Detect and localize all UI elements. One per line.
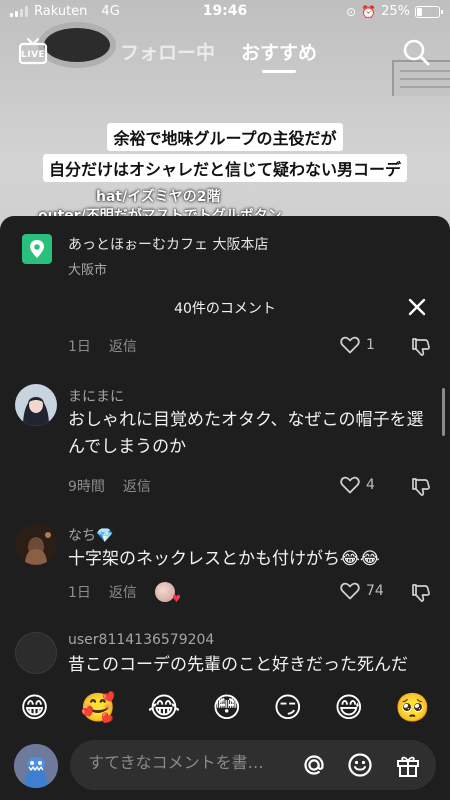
emoji-pleading[interactable]: 🥺 — [395, 694, 430, 722]
location-city: 大阪市 — [68, 263, 108, 278]
location-tag[interactable]: あっとほぉーむカフェ 大阪本店 大阪市 — [22, 234, 268, 278]
emoji-tears-of-joy[interactable]: 😂 — [148, 694, 181, 722]
comment-time: 1日 — [68, 339, 91, 355]
caption-line-1: 余裕で地味グループの主役だが — [107, 123, 343, 151]
emoji-quick-bar: 😁 🥰 😂 😳 😏 😅 🥺 — [0, 686, 450, 730]
dislike-button[interactable] — [410, 582, 432, 604]
like-count: 4 — [366, 477, 375, 493]
comment-time: 1日 — [68, 585, 91, 601]
comment-meta: 9時間 返信 — [68, 476, 151, 496]
tab-for-you[interactable]: おすすめ — [241, 38, 317, 65]
heart-icon — [340, 336, 360, 354]
reply-button[interactable]: 返信 — [123, 476, 151, 496]
like-count: 1 — [366, 337, 375, 353]
emoji-grin[interactable]: 😁 — [20, 694, 49, 722]
rotation-lock-icon: ⊙ — [346, 4, 357, 19]
comment-sheet: あっとほぉーむカフェ 大阪本店 大阪市 40件のコメント 1日 返信 1 まにま… — [0, 216, 450, 800]
comment-count-title: 40件のコメント — [174, 301, 276, 317]
search-icon — [403, 39, 430, 66]
like-button[interactable]: 1 — [340, 336, 375, 354]
comment-text: おしゃれに目覚めたオタク、なぜこの帽子を選んでしまうのか — [68, 410, 424, 457]
comment-box — [70, 740, 436, 790]
comment-username[interactable]: user8114136579204 — [68, 632, 214, 648]
comment-input-row — [0, 736, 450, 800]
like-button[interactable]: 4 — [340, 476, 375, 494]
video-caption: 余裕で地味グループの主役だが 自分だけはオシャレだと信じて疑わない男コーデ — [0, 123, 450, 182]
heart-icon — [340, 582, 360, 600]
mention-button[interactable] — [300, 751, 328, 779]
battery-percent: 25% — [381, 4, 410, 19]
location-pin-icon — [22, 234, 52, 264]
status-bar: Rakuten 4G 19:46 ⊙ ⏰ 25% — [0, 0, 450, 24]
close-button[interactable] — [406, 296, 428, 318]
at-icon — [304, 755, 324, 775]
live-label: LIVE — [21, 50, 46, 60]
my-avatar[interactable] — [14, 744, 58, 788]
like-count: 74 — [366, 583, 384, 599]
dislike-icon — [412, 584, 430, 603]
commenter-avatar[interactable] — [15, 384, 57, 426]
dislike-button[interactable] — [410, 476, 432, 498]
comment-meta: 1日 返信 — [68, 582, 181, 605]
comment-username[interactable]: まにまに — [68, 386, 124, 406]
search-button[interactable] — [402, 38, 430, 66]
gift-button[interactable] — [394, 751, 422, 779]
dislike-icon — [412, 338, 430, 357]
dislike-button[interactable] — [410, 336, 432, 358]
reply-button[interactable]: 返信 — [109, 582, 137, 602]
reply-button[interactable]: 返信 — [109, 336, 137, 356]
creator-liked-badge — [154, 582, 181, 605]
commenter-avatar[interactable] — [15, 523, 57, 565]
commenter-avatar[interactable] — [15, 632, 57, 674]
location-name: あっとほぉーむカフェ 大阪本店 — [68, 237, 269, 253]
emoji-picker-button[interactable] — [346, 751, 374, 779]
comment-time: 9時間 — [68, 479, 105, 495]
live-button[interactable]: LIVE — [18, 36, 48, 66]
emoji-sweat-smile[interactable]: 😅 — [334, 694, 363, 722]
alarm-icon: ⏰ — [361, 4, 377, 19]
top-nav: LIVE フォロー中 おすすめ — [0, 34, 450, 74]
comment-meta: 1日 返信 — [68, 336, 137, 356]
close-icon — [408, 298, 426, 316]
gift-icon — [397, 756, 419, 777]
battery-icon — [415, 5, 443, 18]
emoji-flushed[interactable]: 😳 — [212, 694, 241, 722]
dislike-icon — [412, 478, 430, 497]
emoji-smirk[interactable]: 😏 — [273, 694, 302, 722]
comment-input[interactable] — [88, 753, 298, 772]
overlay-text-hat: hat/イズミヤの2階 — [96, 189, 221, 205]
comment-text: 昔このコーデの先輩のこと好きだった死んだ — [68, 655, 408, 675]
comment-username[interactable]: なち💎 — [68, 525, 113, 545]
heart-icon — [340, 476, 360, 494]
emoji-hearts[interactable]: 🥰 — [81, 694, 116, 722]
emoji-icon — [348, 753, 372, 777]
tab-following[interactable]: フォロー中 — [120, 38, 215, 65]
like-button[interactable]: 74 — [340, 582, 384, 600]
comment-text: 十字架のネックレスとかも付けがち😂😂 — [68, 549, 380, 569]
scrollbar[interactable] — [442, 388, 445, 436]
caption-line-2: 自分だけはオシャレだと信じて疑わない男コーデ — [42, 154, 407, 182]
